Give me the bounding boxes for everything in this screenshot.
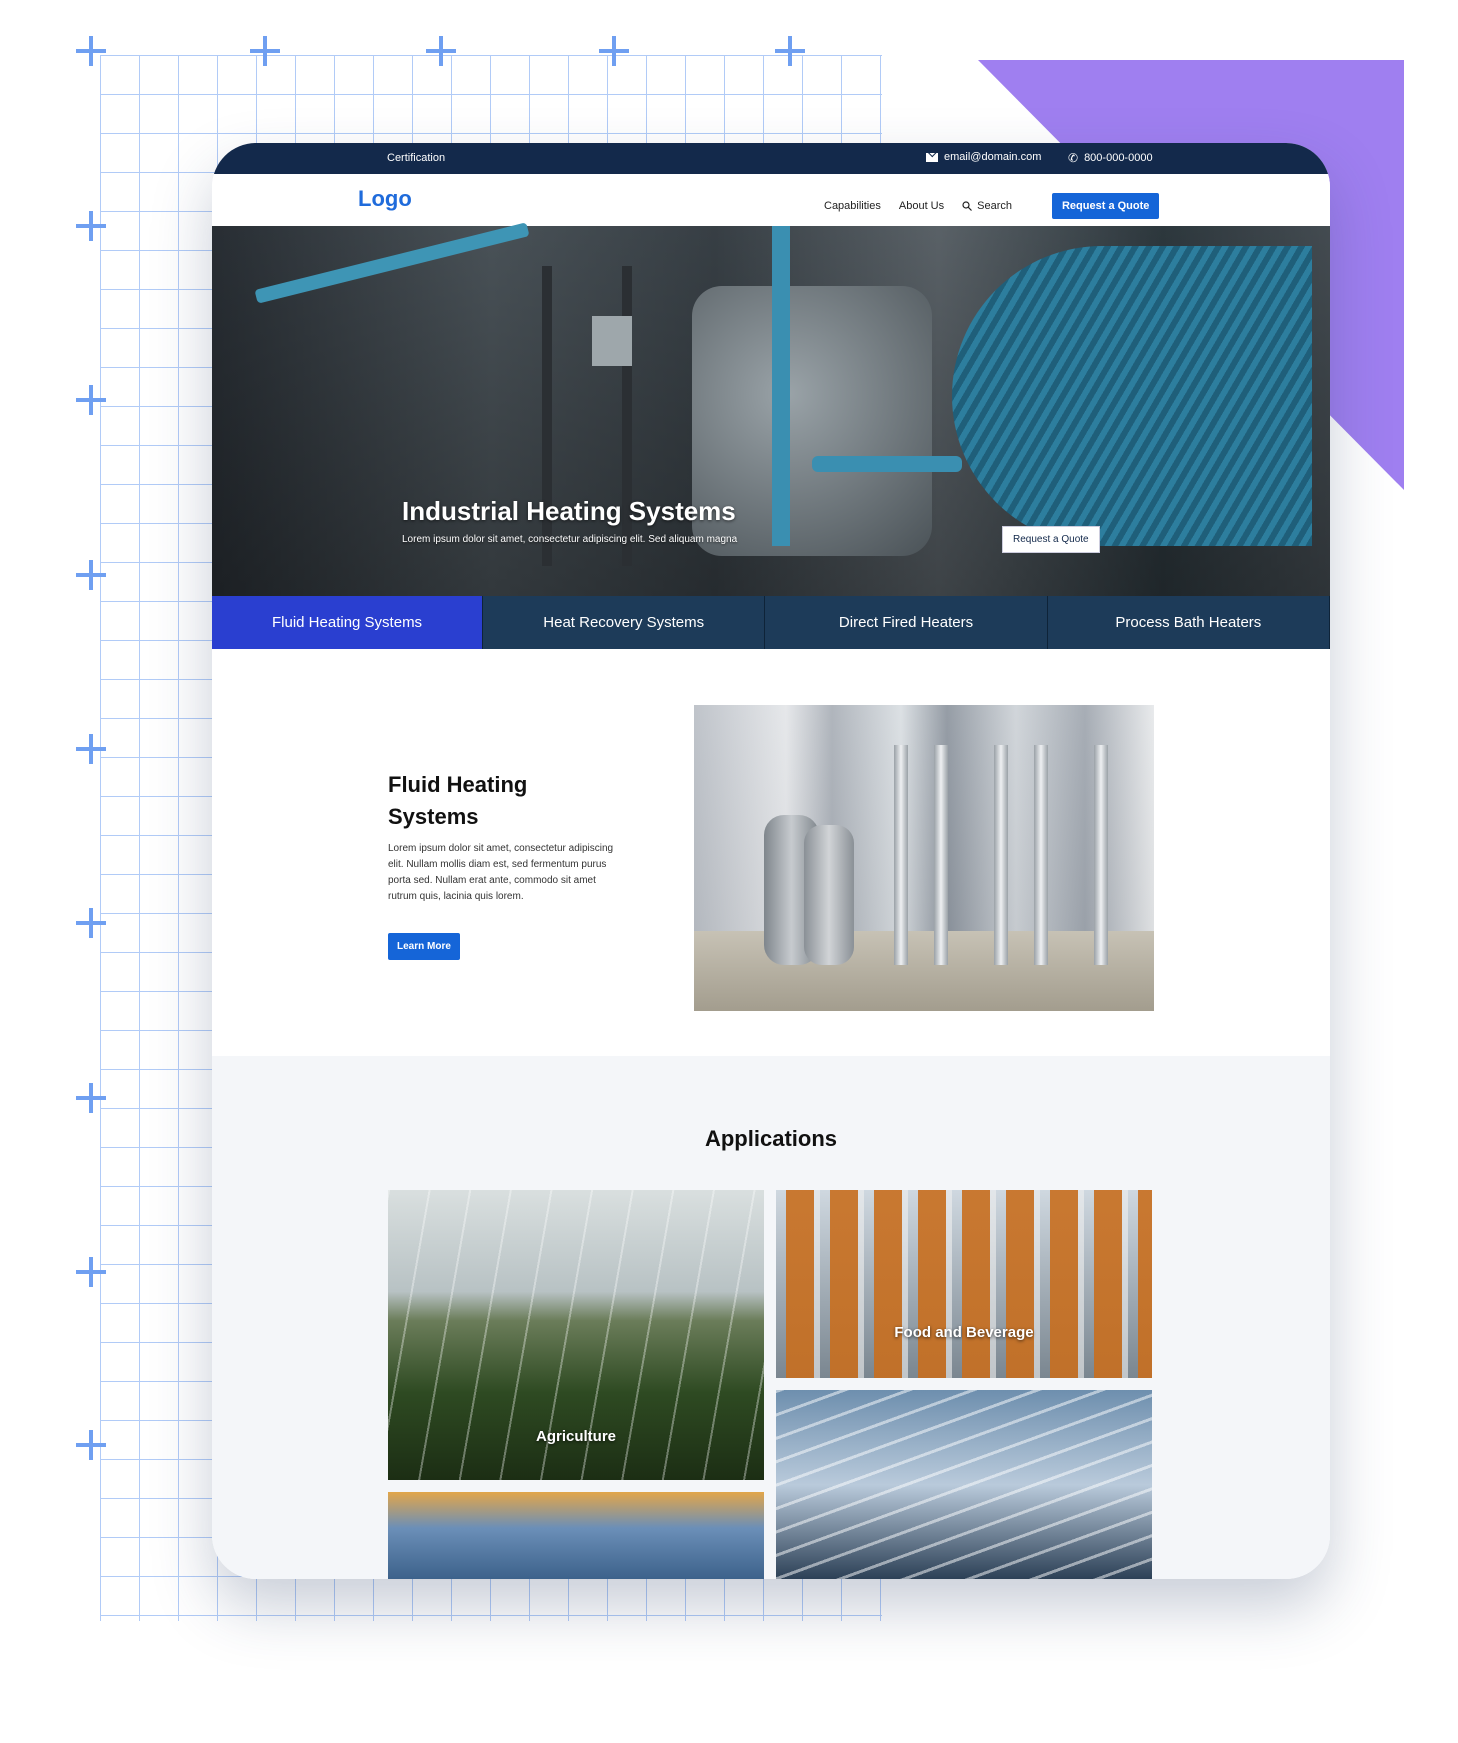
hero-image-pipe xyxy=(254,222,530,304)
utility-bar: Certification email@domain.com ✆ 800-000… xyxy=(212,143,1330,174)
application-label: Agriculture xyxy=(535,1428,616,1445)
plus-icon xyxy=(250,36,280,66)
main-header: Logo Capabilities About Us Search Reques… xyxy=(212,174,1330,226)
feature-body: Lorem ipsum dolor sit amet, consectetur … xyxy=(388,843,614,902)
plus-icon xyxy=(76,36,106,66)
feature-image-tank xyxy=(804,825,854,965)
feature-image-pipe xyxy=(1034,745,1048,965)
plus-icon xyxy=(76,560,106,590)
plus-icon xyxy=(76,211,106,241)
plus-icon xyxy=(76,1257,106,1287)
hero-quote-button[interactable]: Request a Quote xyxy=(1002,526,1100,553)
hero-image-tank xyxy=(952,246,1312,546)
feature-image-floor xyxy=(694,931,1154,1011)
feature-title: Fluid Heating Systems xyxy=(388,772,528,829)
hero-image-panel xyxy=(592,316,632,366)
email-text: email@domain.com xyxy=(944,151,1042,163)
feature-image-pipe xyxy=(894,745,908,965)
plus-icon xyxy=(76,908,106,938)
certification-link[interactable]: Certification xyxy=(387,152,445,164)
nav-capabilities[interactable]: Capabilities xyxy=(824,200,881,212)
tab-fluid-heating-systems[interactable]: Fluid Heating Systems xyxy=(212,596,484,649)
plus-icon xyxy=(775,36,805,66)
hero-subtitle: Lorem ipsum dolor sit amet, consectetur … xyxy=(402,534,738,545)
feature-image-pipe xyxy=(934,745,948,965)
product-tabs: Fluid Heating Systems Heat Recovery Syst… xyxy=(212,596,1330,649)
tab-process-bath-heaters[interactable]: Process Bath Heaters xyxy=(1048,596,1330,649)
application-label: Food and Beverage xyxy=(894,1324,1034,1341)
plus-icon xyxy=(599,36,629,66)
logo[interactable]: Logo xyxy=(358,186,412,212)
phone-link[interactable]: ✆ 800-000-0000 xyxy=(1068,151,1153,165)
search-icon xyxy=(962,201,973,211)
plus-icon xyxy=(76,734,106,764)
application-card-steel[interactable] xyxy=(776,1390,1152,1579)
hero-banner: Industrial Heating Systems Lorem ipsum d… xyxy=(212,222,1330,596)
feature-section: Fluid Heating Systems Lorem ipsum dolor … xyxy=(212,649,1330,1056)
plus-icon xyxy=(76,385,106,415)
request-quote-button[interactable]: Request a Quote xyxy=(1051,193,1160,219)
website-mockup: Certification email@domain.com ✆ 800-000… xyxy=(212,143,1330,1579)
tab-direct-fired-heaters[interactable]: Direct Fired Heaters xyxy=(765,596,1048,649)
hero-image-pipe xyxy=(812,456,962,472)
application-card-agriculture[interactable]: Agriculture xyxy=(388,1190,764,1480)
plus-icon xyxy=(76,1083,106,1113)
application-card-manufacturing[interactable] xyxy=(388,1492,764,1579)
applications-section: Applications Agriculture Food and Bevera… xyxy=(212,1056,1330,1579)
search-label: Search xyxy=(977,200,1012,212)
feature-image-pipe xyxy=(994,745,1008,965)
plus-icon xyxy=(76,1430,106,1460)
phone-icon: ✆ xyxy=(1068,151,1079,165)
email-link[interactable]: email@domain.com xyxy=(926,151,1041,163)
nav-about-us[interactable]: About Us xyxy=(899,200,944,212)
main-nav: Capabilities About Us Search Request a Q… xyxy=(824,193,1177,219)
tab-heat-recovery-systems[interactable]: Heat Recovery Systems xyxy=(483,596,766,649)
feature-image xyxy=(694,705,1154,1011)
applications-title: Applications xyxy=(704,1126,837,1151)
hero-image-pipe xyxy=(772,226,790,546)
feature-image-pipe xyxy=(1094,745,1108,965)
plus-icon xyxy=(426,36,456,66)
phone-text: 800-000-0000 xyxy=(1084,152,1153,164)
hero-title: Industrial Heating Systems xyxy=(402,496,736,526)
learn-more-button[interactable]: Learn More xyxy=(388,933,460,960)
envelope-icon xyxy=(926,152,938,162)
search-link[interactable]: Search xyxy=(962,200,1030,212)
application-card-food-beverage[interactable]: Food and Beverage xyxy=(776,1190,1152,1378)
